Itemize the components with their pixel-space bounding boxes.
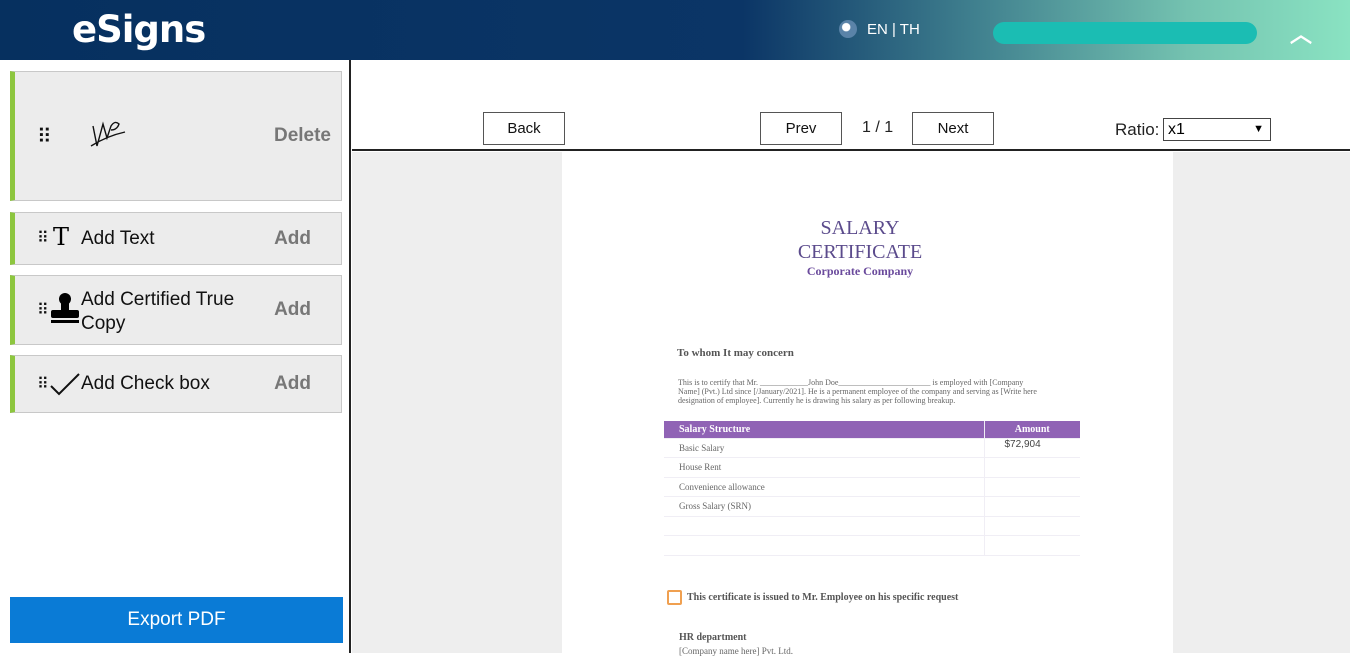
page-indicator: 1 / 1 xyxy=(862,119,894,136)
add-text-label: Add Text xyxy=(81,228,155,249)
cell: Basic Salary xyxy=(664,438,984,458)
chevron-up-icon[interactable]: ︿ xyxy=(1290,17,1312,49)
progress-bar xyxy=(993,22,1257,44)
signature-item[interactable]: ⠿ Delete xyxy=(10,71,342,201)
document-page: SALARY CERTIFICATE Corporate Company To … xyxy=(562,152,1173,656)
text-cursor-icon: T xyxy=(53,223,70,251)
add-checkbox-label: Add Check box xyxy=(81,373,210,394)
stamp-icon xyxy=(51,293,79,323)
table-header: Amount xyxy=(983,421,1080,439)
doc-company: Corporate Company xyxy=(806,264,914,278)
paragraph-line: designation of employee]. Currently he i… xyxy=(678,396,956,405)
cell: Gross Salary (SRN) xyxy=(664,496,984,517)
prev-button[interactable]: Prev xyxy=(760,112,842,145)
table-row: Basic Salary $72,904 xyxy=(664,438,1080,458)
doc-company-line: [Company name here] Pvt. Ltd. xyxy=(679,646,793,656)
table-row: Gross Salary (SRN) xyxy=(664,496,1080,517)
signature-icon xyxy=(90,121,126,147)
cell xyxy=(664,516,984,536)
cell xyxy=(983,516,1080,536)
drag-handle-icon[interactable]: ⠿ xyxy=(37,374,49,394)
chevron-down-icon: ▼ xyxy=(1253,123,1264,135)
add-certified-copy-item[interactable]: ⠿ Add Certified True Copy Add xyxy=(10,275,342,345)
add-button[interactable]: Add xyxy=(274,228,311,250)
language-switch[interactable]: EN | TH xyxy=(867,21,920,38)
cell: House Rent xyxy=(664,457,984,478)
checkmark-icon xyxy=(50,373,80,396)
add-text-item[interactable]: ⠿ T Add Text Add xyxy=(10,212,342,265)
sidebar: ⠿ Delete ⠿ T Add Text Add ⠿ Add Certifie… xyxy=(0,60,351,653)
ratio-select[interactable]: x1 ▼ xyxy=(1163,118,1271,141)
paragraph-line: This is to certify that Mr. ____________… xyxy=(678,378,1024,387)
cell xyxy=(983,496,1080,517)
doc-title-2: CERTIFICATE xyxy=(797,241,923,263)
export-pdf-button[interactable]: Export PDF xyxy=(10,597,343,643)
doc-title-1: SALARY xyxy=(820,217,900,239)
table-row: House Rent xyxy=(664,457,1080,478)
ratio-value: x1 xyxy=(1168,121,1185,138)
cell xyxy=(664,535,984,556)
cell: $72,904 xyxy=(983,438,1080,458)
logo: eSigns xyxy=(72,8,206,51)
delete-button[interactable]: Delete xyxy=(274,125,331,147)
add-certified-copy-label: Add Certified True Copy xyxy=(81,289,235,334)
globe-icon[interactable] xyxy=(839,20,857,38)
cell xyxy=(983,535,1080,556)
doc-paragraph: This is to certify that Mr. ____________… xyxy=(678,378,1037,405)
add-checkbox-item[interactable]: ⠿ Add Check box Add xyxy=(10,355,342,413)
table-row: Convenience allowance xyxy=(664,477,1080,497)
add-button[interactable]: Add xyxy=(274,373,311,395)
ratio-label: Ratio: xyxy=(1115,120,1160,139)
next-button[interactable]: Next xyxy=(912,112,994,145)
checkbox-text: This certificate is issued to Mr. Employ… xyxy=(687,592,959,603)
table-header: Salary Structure xyxy=(664,421,984,439)
back-button[interactable]: Back xyxy=(483,112,565,145)
add-button[interactable]: Add xyxy=(274,299,311,321)
drag-handle-icon[interactable]: ⠿ xyxy=(37,228,49,248)
cell: Convenience allowance xyxy=(664,477,984,497)
app-header: eSigns EN | TH ︿ xyxy=(0,0,1350,60)
doc-dept: HR department xyxy=(679,632,747,643)
table-row xyxy=(664,535,1080,556)
salary-table: Salary Structure Amount Basic Salary $72,9… xyxy=(664,421,1080,556)
cell xyxy=(983,457,1080,478)
drag-handle-icon[interactable]: ⠿ xyxy=(37,124,52,149)
paragraph-line: Name] (Pvt.) Ltd since [/January/2021]. … xyxy=(678,387,1037,396)
drag-handle-icon[interactable]: ⠿ xyxy=(37,300,49,320)
toolbar: Back Prev 1 / 1 Next Ratio: x1 ▼ xyxy=(352,60,1350,151)
cell xyxy=(983,477,1080,497)
doc-greeting: To whom It may concern xyxy=(677,347,794,359)
table-row xyxy=(664,516,1080,536)
checkbox[interactable] xyxy=(667,590,682,605)
